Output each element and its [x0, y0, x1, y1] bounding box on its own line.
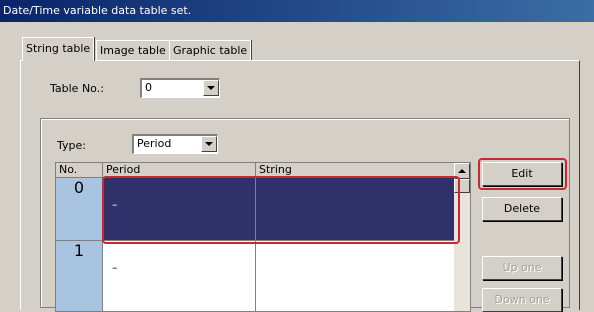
table-row[interactable]: 1 –	[56, 241, 456, 311]
tab-label: Image table	[100, 44, 166, 57]
type-label: Type:	[57, 139, 86, 152]
column-header-period: Period	[103, 163, 256, 177]
scroll-up-icon[interactable]	[454, 163, 470, 179]
window-title-bar: Date/Time variable data table set.	[0, 0, 594, 22]
up-one-button[interactable]: Up one	[482, 256, 562, 280]
string-cell[interactable]	[256, 241, 456, 311]
table-row[interactable]: 0 –	[56, 178, 456, 241]
data-table: No. Period String 0 – 1 –	[55, 162, 471, 312]
down-one-button[interactable]: Down one	[482, 288, 562, 312]
edit-button[interactable]: Edit	[482, 162, 562, 186]
type-select[interactable]: Period	[132, 134, 218, 154]
delete-button[interactable]: Delete	[482, 197, 562, 221]
type-value: Period	[137, 137, 172, 150]
column-header-string: String	[256, 163, 456, 177]
chevron-down-icon[interactable]	[201, 136, 217, 152]
tab-label: String table	[26, 42, 91, 55]
tab-string-table[interactable]: String table	[22, 37, 95, 61]
row-number: 0	[56, 178, 103, 241]
vertical-scrollbar[interactable]	[454, 163, 470, 311]
row-number: 1	[56, 241, 103, 311]
tab-label: Graphic table	[173, 44, 248, 57]
table-no-select[interactable]: 0	[140, 78, 220, 98]
string-cell[interactable]	[256, 178, 456, 241]
window-title: Date/Time variable data table set.	[3, 4, 192, 17]
table-header: No. Period String	[56, 163, 470, 178]
chevron-down-icon[interactable]	[203, 80, 219, 96]
period-cell[interactable]: –	[103, 241, 256, 311]
column-header-no: No.	[56, 163, 103, 177]
table-no-label: Table No.:	[50, 82, 104, 95]
scroll-thumb[interactable]	[454, 179, 470, 193]
tab-image-table[interactable]: Image table	[96, 40, 170, 60]
tab-graphic-table[interactable]: Graphic table	[169, 40, 252, 60]
table-no-value: 0	[145, 81, 152, 94]
period-cell[interactable]: –	[103, 178, 256, 241]
